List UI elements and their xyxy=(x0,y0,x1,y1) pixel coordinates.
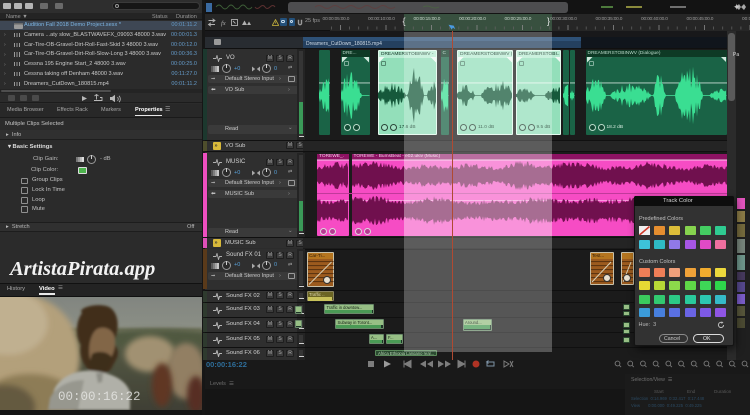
svg-text:fx: fx xyxy=(221,20,226,27)
